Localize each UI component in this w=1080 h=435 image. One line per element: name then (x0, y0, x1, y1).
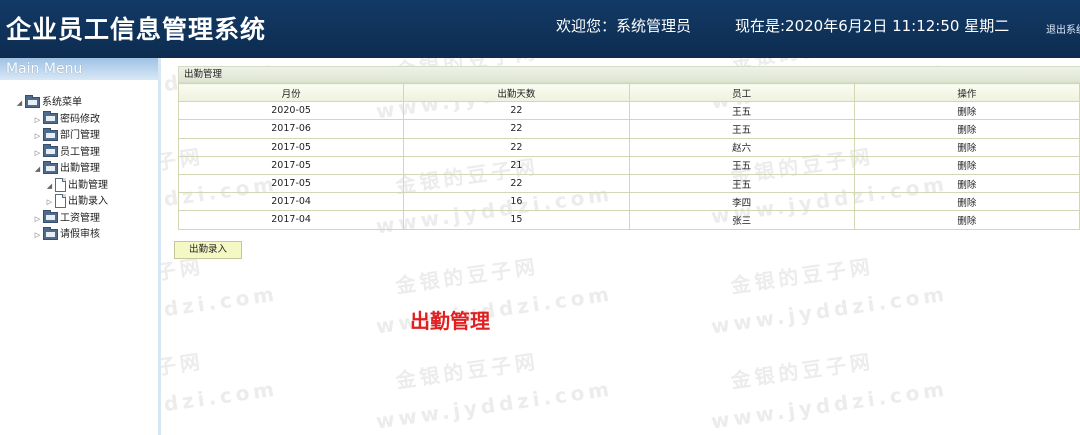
folder-icon (43, 111, 58, 124)
menu-item[interactable]: ▷ 部门管理 (14, 127, 108, 145)
expand-arrow-icon[interactable]: ◢ (14, 95, 25, 112)
expand-arrow-icon[interactable]: ▷ (32, 128, 43, 145)
folder-icon (43, 226, 58, 240)
column-header: 员工 (628, 82, 855, 103)
delete-link[interactable]: 删除 (853, 155, 1080, 175)
menu-item-label: 出勤管理 (60, 163, 100, 174)
add-attendance-button[interactable]: 出勤录入 (174, 241, 242, 259)
table-cell: 2017-05 (177, 137, 405, 157)
delete-link[interactable]: 删除 (853, 173, 1080, 194)
column-header: 月份 (177, 82, 405, 103)
table-cell: 王五 (628, 101, 855, 121)
watermark-text: 金银的豆子网 (729, 254, 876, 298)
menu-tree: ◢ 系统菜单 ▷ 密码修改 ▷ 部门管理 ▷ 员工管理 ◢ 出勤管理 ◢ 出勤管理 ▷ 出勤录入 ▷ 工资管理… (14, 94, 108, 244)
menu-item-label: 系统菜单 (42, 97, 82, 108)
doc-icon (55, 177, 66, 192)
watermark-url: www.jyddzi.com (374, 376, 615, 434)
menu-item[interactable]: ◢ 出勤管理 (14, 177, 108, 195)
table-cell: 15 (403, 210, 630, 230)
menu-item-label: 出勤管理 (68, 179, 108, 191)
table-cell: 21 (403, 155, 630, 175)
menu-item[interactable]: ◢ 出勤管理 (14, 160, 108, 178)
table-cell: 16 (403, 192, 630, 212)
table-cell: 22 (403, 173, 630, 194)
sidebar-title: Main Menu (0, 58, 158, 80)
menu-item[interactable]: ▷ 员工管理 (14, 144, 108, 162)
menu-item[interactable]: ▷ 请假审核 (14, 226, 108, 244)
panel-title: 出勤管理 (178, 66, 1080, 83)
table-header-row: 月份 出勤天数 员工 操作 (177, 82, 1080, 103)
table-cell: 李四 (628, 192, 855, 212)
delete-link[interactable]: 删除 (853, 192, 1080, 212)
watermark-url: www.jyddzi.com (709, 376, 950, 434)
table-cell: 2017-05 (177, 173, 405, 194)
page-caption: 出勤管理 (410, 309, 490, 333)
table-cell: 王五 (628, 155, 855, 175)
menu-item[interactable]: ▷ 出勤录入 (14, 194, 108, 211)
delete-link[interactable]: 删除 (853, 119, 1080, 139)
expand-arrow-icon[interactable]: ▷ (32, 112, 43, 129)
table-row: 2017-05 21 王五 删除 (177, 155, 1080, 175)
sidebar: Main Menu ◢ 系统菜单 ▷ 密码修改 ▷ 部门管理 ▷ 员工管理 ◢ 出勤管理 ◢ 出勤管理… (0, 58, 161, 435)
table-row: 2017-04 15 张三 删除 (177, 210, 1080, 230)
expand-arrow-icon[interactable]: ▷ (32, 227, 43, 244)
table-cell: 2017-04 (177, 192, 405, 212)
menu-item-label: 部门管理 (60, 130, 100, 141)
menu-item-label: 工资管理 (60, 212, 100, 224)
table-cell: 2017-04 (177, 210, 405, 230)
main-content: 出勤管理 月份 出勤天数 员工 操作 2020-05 22 王五 删除 2017-06 22 王五… (174, 66, 1080, 259)
watermark-text: 金银的豆子网 (394, 349, 541, 393)
menu-item[interactable]: ▷ 工资管理 (14, 210, 108, 228)
folder-icon (43, 144, 58, 157)
table-cell: 王五 (628, 173, 855, 194)
welcome-text: 欢迎您：系统管理员 (556, 17, 692, 35)
table-row: 2017-06 22 王五 删除 (177, 119, 1080, 139)
table-row: 2020-05 22 王五 删除 (177, 101, 1080, 121)
attendance-table: 月份 出勤天数 员工 操作 2020-05 22 王五 删除 2017-06 22 王五 删除 201… (177, 82, 1080, 230)
menu-item[interactable]: ◢ 系统菜单 (14, 94, 108, 112)
expand-arrow-icon[interactable]: ▷ (32, 145, 43, 162)
table-cell: 王五 (628, 119, 855, 139)
folder-icon (43, 210, 58, 223)
menu-item-label: 密码修改 (60, 113, 100, 125)
menu-item[interactable]: ▷ 密码修改 (14, 111, 108, 129)
table-cell: 张三 (628, 210, 855, 230)
menu-item-label: 请假审核 (60, 229, 100, 240)
expand-arrow-icon[interactable]: ◢ (44, 178, 55, 195)
table-row: 2017-04 16 李四 删除 (177, 192, 1080, 212)
app-header: 企业员工信息管理系统 欢迎您：系统管理员 现在是:2020年6月2日 11:12… (0, 0, 1080, 58)
delete-link[interactable]: 删除 (853, 210, 1080, 230)
table-row: 2017-05 22 王五 删除 (177, 173, 1080, 194)
doc-icon (55, 194, 66, 208)
folder-icon (43, 160, 58, 174)
delete-link[interactable]: 删除 (853, 137, 1080, 157)
current-time: 现在是:2020年6月2日 11:12:50 星期二 (735, 17, 1010, 35)
watermark-url: www.jyddzi.com (709, 281, 950, 339)
app-title: 企业员工信息管理系统 (6, 15, 267, 44)
column-header: 出勤天数 (403, 82, 630, 103)
column-header: 操作 (853, 82, 1080, 103)
menu-item-label: 出勤录入 (68, 196, 108, 207)
folder-icon (43, 127, 58, 141)
table-cell: 2020-05 (177, 101, 405, 121)
table-cell: 赵六 (628, 137, 855, 157)
delete-link[interactable]: 删除 (853, 101, 1080, 121)
folder-icon (25, 94, 40, 108)
expand-arrow-icon[interactable]: ▷ (44, 194, 55, 211)
expand-arrow-icon[interactable]: ▷ (32, 211, 43, 228)
logout-link[interactable]: 退出系统 (1046, 21, 1080, 36)
table-cell: 22 (403, 119, 630, 139)
table-cell: 22 (403, 137, 630, 157)
table-row: 2017-05 22 赵六 删除 (177, 137, 1080, 157)
watermark-text: 金银的豆子网 (729, 349, 876, 393)
table-cell: 22 (403, 101, 630, 121)
watermark-text: 金银的豆子网 (394, 254, 541, 298)
menu-item-label: 员工管理 (60, 146, 100, 158)
table-cell: 2017-06 (177, 119, 405, 139)
expand-arrow-icon[interactable]: ◢ (32, 161, 43, 178)
table-cell: 2017-05 (177, 155, 405, 175)
